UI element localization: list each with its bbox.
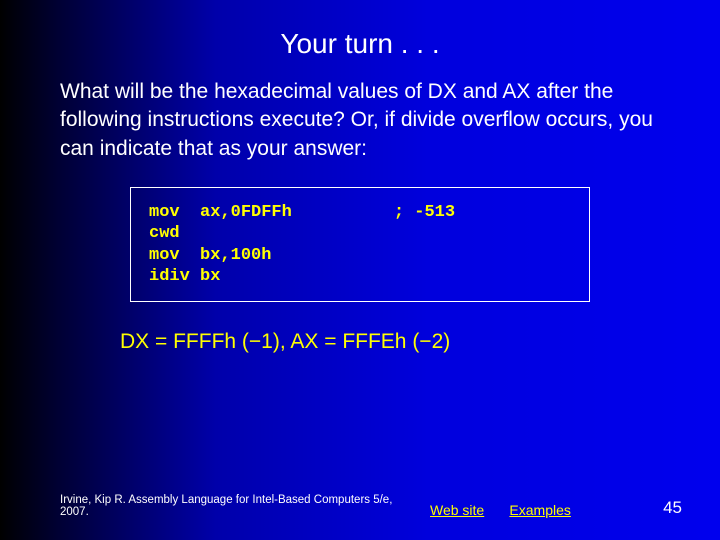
question-text: What will be the hexadecimal values of D… xyxy=(60,78,660,163)
answer-text: DX = FFFFh (−1), AX = FFFEh (−2) xyxy=(120,330,660,354)
slide-title: Your turn . . . xyxy=(0,0,720,78)
code-box: mov ax,0FDFFh ; -513 cwd mov bx,100h idi… xyxy=(130,187,590,302)
footer: Irvine, Kip R. Assembly Language for Int… xyxy=(60,494,690,518)
examples-link[interactable]: Examples xyxy=(509,502,570,518)
code-listing: mov ax,0FDFFh ; -513 cwd mov bx,100h idi… xyxy=(149,202,571,287)
footer-links: Web site Examples xyxy=(400,502,663,518)
slide-content: What will be the hexadecimal values of D… xyxy=(0,78,720,354)
website-link[interactable]: Web site xyxy=(430,502,484,518)
page-number: 45 xyxy=(663,498,690,518)
citation-text: Irvine, Kip R. Assembly Language for Int… xyxy=(60,494,400,518)
